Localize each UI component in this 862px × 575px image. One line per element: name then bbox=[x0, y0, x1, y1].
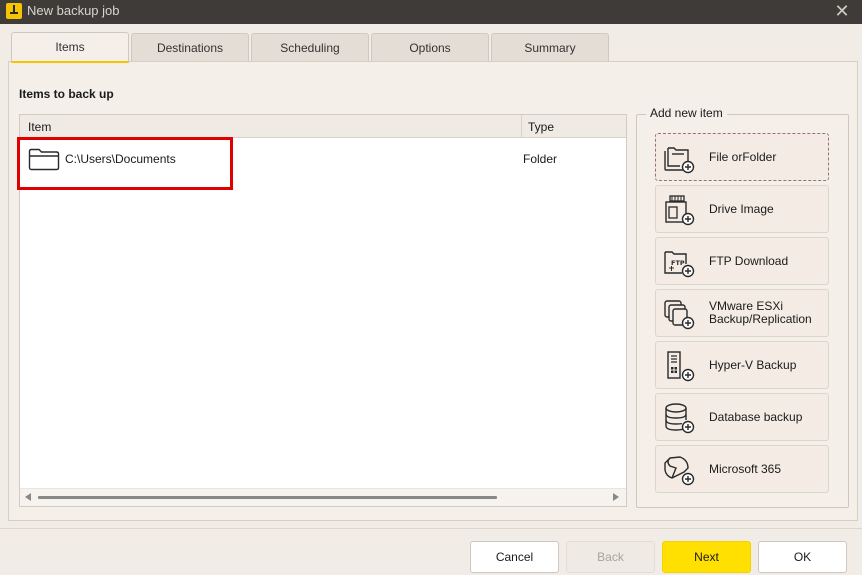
column-divider[interactable] bbox=[521, 115, 522, 138]
hyperv-add-icon bbox=[667, 351, 695, 382]
scroll-right-icon[interactable] bbox=[613, 493, 619, 501]
database-add-icon bbox=[665, 403, 695, 434]
add-microsoft365-button[interactable]: Microsoft 365 bbox=[655, 445, 829, 493]
add-hyperv-button[interactable]: Hyper-V Backup bbox=[655, 341, 829, 389]
vmware-label-line2: Backup/Replication bbox=[709, 312, 812, 326]
window-title: New backup job bbox=[27, 3, 120, 18]
tab-scheduling[interactable]: Scheduling bbox=[251, 33, 369, 61]
tab-items[interactable]: Items bbox=[11, 32, 129, 63]
title-bar: New backup job ✕ bbox=[0, 0, 862, 24]
file-folder-add-icon bbox=[664, 147, 695, 174]
add-drive-image-button[interactable]: Drive Image bbox=[655, 185, 829, 233]
next-button[interactable]: Next bbox=[662, 541, 751, 573]
add-vmware-label: VMware ESXi Backup/Replication bbox=[709, 290, 812, 336]
column-header-item[interactable]: Item bbox=[28, 120, 51, 134]
close-icon[interactable]: ✕ bbox=[822, 0, 862, 24]
ftp-icon-text: FTP bbox=[671, 259, 685, 267]
scrollbar-thumb[interactable] bbox=[38, 496, 497, 499]
add-file-folder-button[interactable]: File orFolder bbox=[655, 133, 829, 181]
tab-options[interactable]: Options bbox=[371, 33, 489, 61]
footer-divider bbox=[0, 528, 862, 529]
add-microsoft365-label: Microsoft 365 bbox=[709, 461, 782, 476]
scroll-left-icon[interactable] bbox=[25, 493, 31, 501]
add-drive-image-label: Drive Image bbox=[709, 201, 774, 216]
add-ftp-download-label: FTP Download bbox=[709, 253, 789, 268]
ftp-download-add-icon: FTP bbox=[664, 251, 695, 278]
tab-summary[interactable]: Summary bbox=[491, 33, 609, 61]
add-file-folder-label: File orFolder bbox=[709, 149, 777, 164]
add-hyperv-label: Hyper-V Backup bbox=[709, 357, 797, 372]
back-button[interactable]: Back bbox=[566, 541, 655, 573]
drive-image-add-icon bbox=[665, 195, 695, 226]
selection-highlight bbox=[17, 137, 233, 190]
add-database-label: Database backup bbox=[709, 409, 803, 424]
item-type: Folder bbox=[523, 152, 558, 166]
vmware-add-icon bbox=[664, 300, 695, 330]
items-section-title: Items to back up bbox=[19, 87, 114, 101]
vmware-label-line1: VMware ESXi bbox=[709, 299, 784, 313]
add-ftp-download-button[interactable]: FTP FTP Download bbox=[655, 237, 829, 285]
list-header: Item Type bbox=[20, 115, 626, 138]
add-new-item-label: Add new item bbox=[646, 106, 727, 120]
tab-destinations[interactable]: Destinations bbox=[131, 33, 249, 61]
add-database-button[interactable]: Database backup bbox=[655, 393, 829, 441]
cancel-button[interactable]: Cancel bbox=[470, 541, 559, 573]
app-logo-icon bbox=[6, 3, 22, 19]
column-header-type[interactable]: Type bbox=[528, 120, 554, 134]
add-vmware-button[interactable]: VMware ESXi Backup/Replication bbox=[655, 289, 829, 337]
ok-button[interactable]: OK bbox=[758, 541, 847, 573]
horizontal-scrollbar[interactable] bbox=[20, 488, 626, 506]
microsoft365-add-icon bbox=[664, 456, 695, 486]
